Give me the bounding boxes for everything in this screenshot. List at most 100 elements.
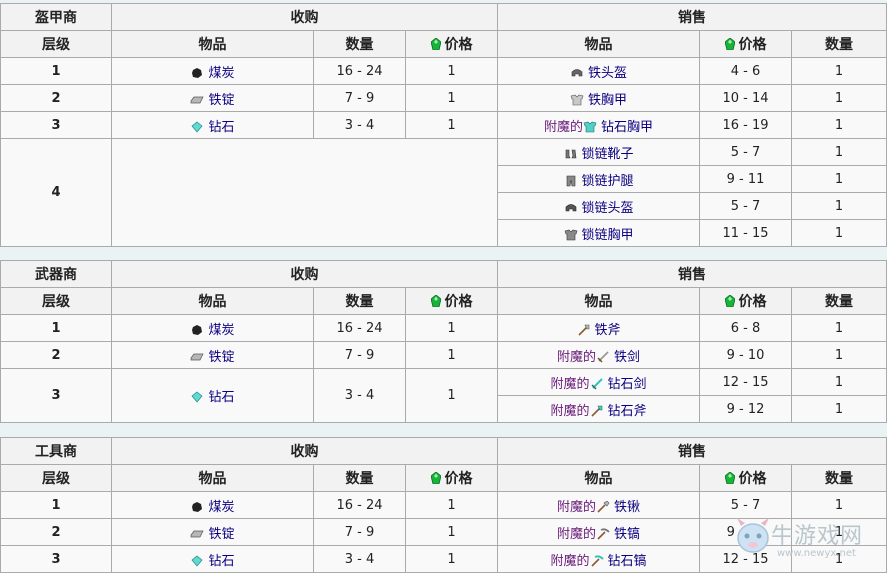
sell-quantity-header: 数量 (791, 287, 887, 315)
buy-header: 收购 (110, 260, 499, 288)
sell-item-link[interactable]: 铁头盔 (588, 66, 627, 81)
sword-icon (596, 350, 614, 365)
coal-icon (190, 323, 208, 338)
buy-item-link[interactable]: 钻石 (208, 120, 234, 135)
buy-item-link[interactable]: 铁锭 (208, 93, 234, 108)
sell-quantity: 1 (791, 395, 887, 423)
armorer-table: 盔甲商 收购 销售 层级 物品 数量 价格 物品 价格 数量 1 煤炭 16 -… (0, 3, 887, 247)
merchant-title: 工具商 (0, 437, 112, 465)
buy-item-cell: 煤炭 (111, 314, 314, 342)
buy-price-header: 价格 (404, 287, 499, 315)
level-cell: 1 (0, 491, 112, 519)
level-cell: 4 (0, 138, 112, 247)
diamond-chestplate-icon (583, 120, 601, 135)
watermark: 牛游戏网 www.newyx.net (733, 508, 883, 568)
coal-icon (190, 500, 208, 515)
axe-icon (577, 323, 595, 338)
sell-quantity: 1 (791, 138, 887, 166)
buy-price: 1 (404, 111, 499, 139)
buy-item-link[interactable]: 煤炭 (208, 323, 234, 338)
diamond-axe-icon (590, 404, 608, 419)
buy-item-link[interactable]: 铁锭 (208, 350, 234, 365)
merchant-title: 武器商 (0, 260, 112, 288)
sell-price: 10 - 14 (699, 84, 793, 112)
level-cell: 3 (0, 111, 112, 139)
table-row: 4 锁链靴子 5 - 7 1 (0, 138, 887, 247)
boots-icon (564, 147, 582, 162)
merchant-title: 盔甲商 (0, 3, 112, 31)
buy-quantity-header: 数量 (313, 464, 406, 492)
sell-quantity-header: 数量 (791, 30, 887, 58)
table-row: 1 煤炭 16 - 24 1 铁头盔 4 - 6 1 (0, 57, 887, 85)
buy-quantity: 3 - 4 (313, 368, 406, 423)
sell-quantity: 1 (791, 84, 887, 112)
sell-item-link[interactable]: 锁链靴子 (582, 147, 634, 162)
buy-price: 1 (404, 57, 499, 85)
sell-item-link[interactable]: 铁镐 (614, 527, 640, 542)
shovel-icon (596, 500, 614, 515)
buy-quantity: 3 - 4 (313, 545, 406, 573)
sell-item-link[interactable]: 钻石斧 (608, 404, 647, 419)
buy-item-link[interactable]: 煤炭 (208, 500, 234, 515)
sell-item-header: 物品 (497, 30, 701, 58)
sell-price-header: 价格 (699, 464, 793, 492)
buy-quantity: 16 - 24 (313, 491, 406, 519)
sell-item-link[interactable]: 铁胸甲 (588, 93, 627, 108)
sell-quantity-header: 数量 (791, 464, 887, 492)
buy-item-link[interactable]: 煤炭 (208, 66, 234, 81)
buy-price-header: 价格 (404, 30, 499, 58)
buy-item-link[interactable]: 钻石 (208, 554, 234, 569)
sell-item-link[interactable]: 铁斧 (595, 323, 621, 338)
sell-item-link[interactable]: 钻石镐 (608, 554, 647, 569)
emerald-icon (724, 37, 739, 53)
buy-item-link[interactable]: 钻石 (208, 390, 234, 405)
level-cell: 2 (0, 518, 112, 546)
page: 盔甲商 收购 销售 层级 物品 数量 价格 物品 价格 数量 1 煤炭 16 -… (0, 0, 887, 573)
sell-quantity: 1 (791, 341, 887, 369)
sell-price: 9 - 12 (699, 395, 793, 423)
sell-item-link[interactable]: 钻石剑 (608, 377, 647, 392)
sell-item-cell: 锁链胸甲 (497, 219, 701, 247)
buy-price: 1 (404, 545, 499, 573)
enchanted-label: 附魔的 (544, 119, 584, 135)
sell-item-cell: 锁链护腿 (497, 165, 701, 193)
buy-header: 收购 (110, 437, 499, 465)
enchanted-label: 附魔的 (550, 376, 590, 392)
buy-item-cell: 钻石 (111, 368, 314, 423)
diamond-sword-icon (590, 377, 608, 392)
sell-item-link[interactable]: 锁链头盔 (582, 201, 634, 216)
level-header: 层级 (0, 30, 112, 58)
buy-quantity: 3 - 4 (313, 111, 406, 139)
table-row: 2 铁锭 7 - 9 1 铁胸甲 10 - 14 1 (0, 84, 887, 112)
emerald-icon (724, 294, 739, 310)
buy-item-header: 物品 (111, 30, 314, 58)
empty-buy-cell (110, 138, 499, 247)
diamond-pickaxe-icon (590, 554, 608, 569)
buy-item-link[interactable]: 铁锭 (208, 527, 234, 542)
watermark-text: 牛游戏网 (771, 524, 864, 549)
chestplate-icon (570, 93, 588, 108)
level-cell: 3 (0, 545, 112, 573)
buy-header: 收购 (110, 3, 499, 31)
buy-price: 1 (404, 491, 499, 519)
sell-item-cell: 附魔的 钻石斧 (497, 395, 701, 423)
buy-quantity: 7 - 9 (313, 341, 406, 369)
sell-quantity: 1 (791, 368, 887, 396)
buy-item-cell: 钻石 (111, 545, 314, 573)
sell-price: 9 - 10 (699, 341, 793, 369)
sell-quantity: 1 (791, 111, 887, 139)
buy-item-cell: 钻石 (111, 111, 314, 139)
sell-item-link[interactable]: 钻石胸甲 (601, 120, 653, 135)
sell-quantity: 1 (791, 165, 887, 193)
sell-item-link[interactable]: 锁链护腿 (582, 174, 634, 189)
sell-header: 销售 (497, 437, 887, 465)
enchanted-label: 附魔的 (550, 553, 590, 569)
buy-item-header: 物品 (111, 287, 314, 315)
buy-item-cell: 铁锭 (111, 84, 314, 112)
sell-price: 9 - 11 (699, 165, 793, 193)
sell-item-cell: 铁头盔 (497, 57, 701, 85)
sell-item-link[interactable]: 铁锹 (614, 500, 640, 515)
sell-item-link[interactable]: 锁链胸甲 (582, 228, 634, 243)
sell-item-cell: 附魔的 铁镐 (497, 518, 701, 546)
sell-item-link[interactable]: 铁剑 (614, 350, 640, 365)
